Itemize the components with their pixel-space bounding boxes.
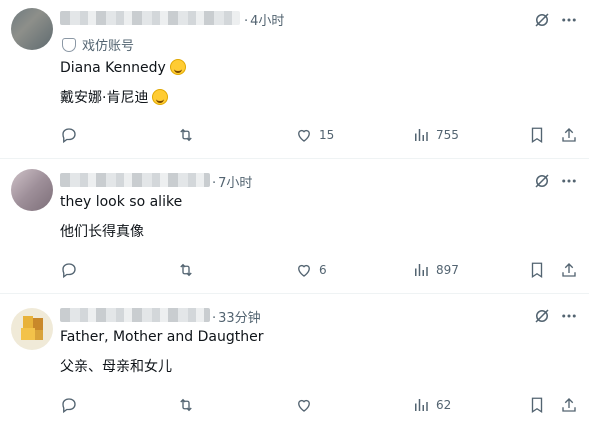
like-count: 15 [319,128,335,142]
timestamp[interactable]: · 33分钟 [212,307,261,326]
grok-icon[interactable] [533,11,551,29]
views-button[interactable]: 897 [412,261,459,279]
like-icon [298,264,310,277]
reply-3[interactable]: · 33分钟 Father, Mother and Daugther 父亲、母亲和… [0,294,589,421]
reply-text-line: they look so alike [60,194,183,210]
reply-button[interactable] [60,261,78,279]
view-count: 897 [436,263,459,277]
more-icon[interactable] [560,172,578,190]
views-icon [415,264,428,276]
reply-icon [62,263,76,279]
share-icon[interactable] [560,261,578,279]
reply-icon [62,128,76,144]
grok-icon[interactable] [533,307,551,325]
reply-button[interactable] [60,396,78,414]
repost-button[interactable] [177,396,195,414]
view-count: 755 [436,128,459,142]
repost-icon [180,398,192,412]
share-icon[interactable] [560,396,578,414]
views-icon [415,129,428,141]
grinning-emoji-icon [169,59,186,75]
avatar[interactable] [11,308,53,350]
bookmark-icon[interactable] [528,396,546,414]
display-name-blurred[interactable] [60,308,210,322]
reply-text-line: Diana Kennedy [60,59,186,76]
like-icon [298,129,310,142]
timestamp[interactable]: · 7小时 [212,172,252,191]
repost-icon [180,128,192,142]
bookmark-icon[interactable] [528,126,546,144]
like-count: 6 [319,263,327,277]
timestamp[interactable]: · 4小时 [244,10,284,29]
like-button[interactable]: 15 [295,126,334,144]
more-icon[interactable] [560,11,578,29]
display-name-blurred[interactable] [60,173,210,187]
grok-icon[interactable] [533,172,551,190]
like-icon [298,399,310,412]
parody-badge: 戏仿账号 [62,35,134,54]
views-icon [415,399,428,411]
reply-text-line: 他们长得真像 [60,224,144,240]
like-button[interactable]: 6 [295,261,327,279]
reply-1[interactable]: · 4小时 戏仿账号 Diana Kennedy 戴安娜·肯尼迪 15 755 [0,0,589,158]
badge-label: 戏仿账号 [82,39,135,54]
share-icon[interactable] [560,126,578,144]
avatar[interactable] [11,169,53,211]
repost-button[interactable] [177,261,195,279]
reply-text-line: 戴安娜·肯尼迪 [60,87,169,107]
repost-button[interactable] [177,126,195,144]
reply-text-line: 父亲、母亲和女儿 [60,359,172,375]
bookmark-icon[interactable] [528,261,546,279]
reply-text-line: Father, Mother and Daugther [60,329,264,345]
mask-icon [62,37,76,52]
avatar[interactable] [11,8,53,50]
view-count: 62 [436,398,452,412]
more-icon[interactable] [560,307,578,325]
views-button[interactable]: 755 [412,126,459,144]
reply-2[interactable]: · 7小时 they look so alike 他们长得真像 6 897 [0,159,589,293]
views-button[interactable]: 62 [412,396,451,414]
reply-button[interactable] [60,126,78,144]
display-name-blurred[interactable] [60,11,240,25]
reply-icon [62,398,76,414]
grinning-emoji-icon [152,89,169,105]
like-button[interactable] [295,396,319,414]
repost-icon [180,263,192,277]
